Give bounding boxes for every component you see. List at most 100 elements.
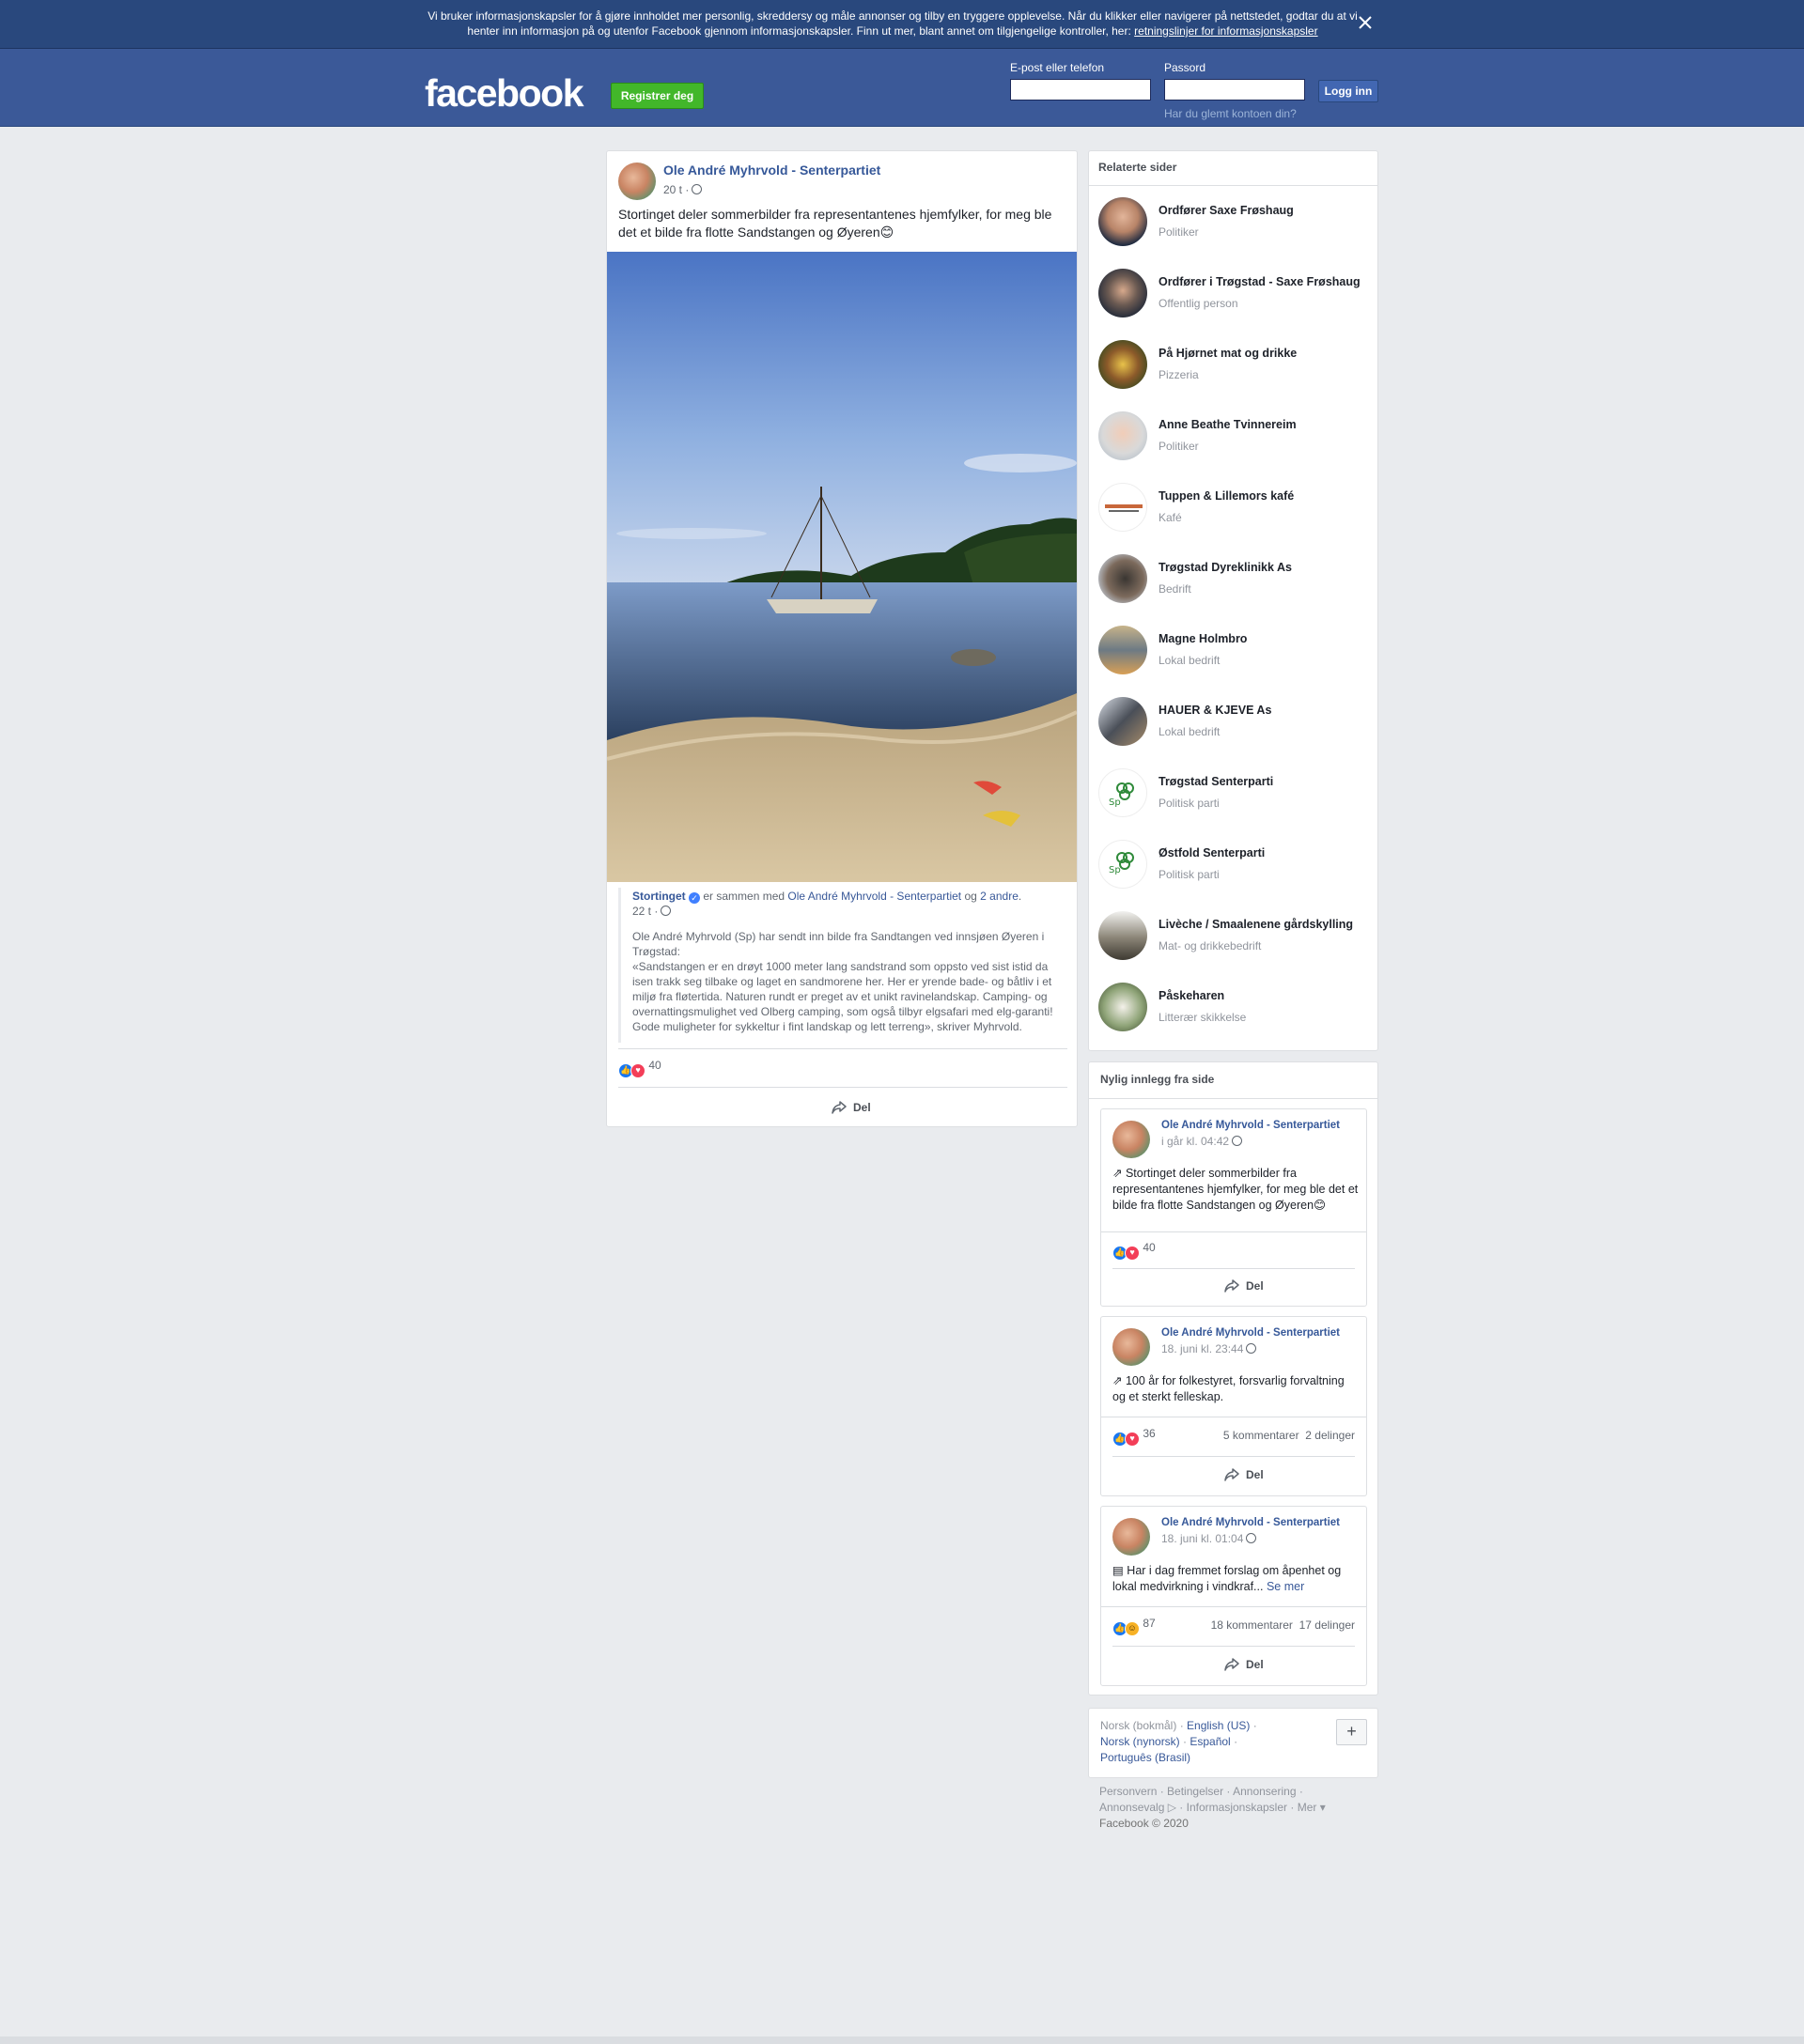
footer-link[interactable]: Betingelser bbox=[1167, 1785, 1223, 1798]
related-page-item[interactable]: På Hjørnet mat og drikke Pizzeria bbox=[1098, 340, 1371, 393]
footer-link[interactable]: Personvern bbox=[1099, 1785, 1157, 1798]
related-page-name[interactable]: Påskeharen bbox=[1159, 989, 1370, 1002]
related-page-item[interactable]: Ordfører i Trøgstad - Saxe Frøshaug Offe… bbox=[1098, 269, 1371, 321]
related-page-category: Politiker bbox=[1159, 440, 1199, 453]
more-languages-button[interactable]: + bbox=[1336, 1719, 1367, 1745]
avatar[interactable] bbox=[1112, 1328, 1150, 1366]
related-page-name[interactable]: Magne Holmbro bbox=[1159, 632, 1370, 645]
related-page-category: Litterær skikkelse bbox=[1159, 1011, 1247, 1024]
password-field[interactable] bbox=[1164, 79, 1305, 101]
share-button[interactable]: Del bbox=[1223, 1278, 1264, 1293]
related-page-name[interactable]: Østfold Senterparti bbox=[1159, 846, 1370, 859]
related-page-item[interactable]: Sp Trøgstad Senterparti Politisk parti bbox=[1098, 768, 1371, 821]
post-photo[interactable] bbox=[607, 252, 1077, 882]
post-timestamp[interactable]: 18. juni kl. 23:44 bbox=[1161, 1342, 1257, 1355]
related-page-item[interactable]: Tuppen & Lillemors kafé Kafé bbox=[1098, 483, 1371, 535]
reaction-summary[interactable]: 👍 ♥ 40 bbox=[1112, 1241, 1156, 1261]
post-timestamp[interactable]: 20 t · bbox=[663, 183, 703, 196]
share-button[interactable]: Del bbox=[1223, 1657, 1264, 1672]
related-page-name[interactable]: Tuppen & Lillemors kafé bbox=[1159, 489, 1370, 503]
shares-count[interactable]: 17 delinger bbox=[1299, 1618, 1355, 1632]
avatar[interactable] bbox=[1098, 483, 1147, 532]
divider bbox=[1101, 1606, 1366, 1607]
post-author-link[interactable]: Ole André Myhrvold - Senterpartiet bbox=[1161, 1327, 1340, 1339]
footer-link[interactable]: Mer bbox=[1298, 1801, 1317, 1814]
comments-count[interactable]: 18 kommentarer bbox=[1211, 1618, 1293, 1632]
footer-link[interactable]: Annonsering bbox=[1233, 1785, 1296, 1798]
post-author-link[interactable]: Ole André Myhrvold - Senterpartiet bbox=[1161, 1120, 1340, 1131]
related-page-name[interactable]: Anne Beathe Tvinnereim bbox=[1159, 418, 1370, 431]
related-page-name[interactable]: Trøgstad Dyreklinikk As bbox=[1159, 561, 1370, 574]
related-page-name[interactable]: HAUER & KJEVE As bbox=[1159, 704, 1370, 717]
avatar[interactable] bbox=[1098, 411, 1147, 460]
avatar[interactable] bbox=[1098, 269, 1147, 317]
footer-link[interactable]: Annonsevalg bbox=[1099, 1801, 1164, 1814]
language-option[interactable]: Português (Brasil) bbox=[1100, 1751, 1190, 1764]
related-page-item[interactable]: HAUER & KJEVE As Lokal bedrift bbox=[1098, 697, 1371, 750]
cookie-policy-link[interactable]: retningslinjer for informasjonskapsler bbox=[1134, 24, 1317, 38]
related-page-name[interactable]: På Hjørnet mat og drikke bbox=[1159, 347, 1370, 360]
related-page-name[interactable]: Ordfører i Trøgstad - Saxe Frøshaug bbox=[1159, 275, 1370, 288]
avatar[interactable] bbox=[618, 163, 656, 200]
footer-link[interactable]: Informasjonskapsler bbox=[1187, 1801, 1287, 1814]
post-time-text: 18. juni kl. 01:04 bbox=[1161, 1532, 1244, 1545]
avatar[interactable] bbox=[1098, 983, 1147, 1031]
related-page-item[interactable]: Sp Østfold Senterparti Politisk parti bbox=[1098, 840, 1371, 892]
login-button[interactable]: Logg inn bbox=[1318, 80, 1378, 102]
related-page-item[interactable]: Påskeharen Litterær skikkelse bbox=[1098, 983, 1371, 1035]
avatar[interactable] bbox=[1098, 340, 1147, 389]
related-page-name[interactable]: Livèche / Smaalenene gårdskylling bbox=[1159, 918, 1370, 931]
related-page-name[interactable]: Trøgstad Senterparti bbox=[1159, 775, 1370, 788]
related-page-item[interactable]: Anne Beathe Tvinnereim Politiker bbox=[1098, 411, 1371, 464]
related-page-item[interactable]: Ordfører Saxe Frøshaug Politiker bbox=[1098, 197, 1371, 250]
see-more-link[interactable]: Se mer bbox=[1267, 1580, 1304, 1593]
shared-page-link[interactable]: Stortinget bbox=[632, 890, 686, 903]
avatar[interactable]: Sp bbox=[1098, 768, 1147, 817]
post-author-link[interactable]: Ole André Myhrvold - Senterpartiet bbox=[1161, 1517, 1340, 1528]
engagement-counts[interactable]: 5 kommentarer 2 delinger bbox=[1223, 1429, 1355, 1442]
love-reaction-icon: ♥ bbox=[630, 1063, 645, 1078]
share-icon bbox=[1224, 1658, 1239, 1671]
avatar[interactable] bbox=[1112, 1518, 1150, 1556]
post-text: ▤ Har i dag fremmet forslag om åpenhet o… bbox=[1112, 1563, 1361, 1595]
globe-icon bbox=[1246, 1343, 1257, 1354]
others-link[interactable]: 2 andre bbox=[980, 890, 1019, 903]
share-button[interactable]: Del bbox=[831, 1100, 871, 1115]
shares-count[interactable]: 2 delinger bbox=[1305, 1429, 1355, 1442]
comments-count[interactable]: 5 kommentarer bbox=[1223, 1429, 1299, 1442]
shared-post-timestamp[interactable]: 22 t · bbox=[632, 905, 672, 918]
email-field[interactable] bbox=[1010, 79, 1151, 101]
avatar[interactable] bbox=[1098, 697, 1147, 746]
related-page-item[interactable]: Trøgstad Dyreklinikk As Bedrift bbox=[1098, 554, 1371, 607]
avatar[interactable] bbox=[1098, 554, 1147, 603]
post-timestamp[interactable]: 18. juni kl. 01:04 bbox=[1161, 1532, 1257, 1545]
engagement-counts[interactable]: 18 kommentarer 17 delinger bbox=[1211, 1618, 1355, 1632]
reaction-summary[interactable]: 👍 ☺ 87 bbox=[1112, 1617, 1156, 1636]
avatar[interactable] bbox=[1098, 197, 1147, 246]
related-page-item[interactable]: Livèche / Smaalenene gårdskylling Mat- o… bbox=[1098, 911, 1371, 964]
related-page-name[interactable]: Ordfører Saxe Frøshaug bbox=[1159, 204, 1370, 217]
share-button[interactable]: Del bbox=[1223, 1467, 1264, 1482]
avatar[interactable] bbox=[1098, 626, 1147, 674]
share-icon bbox=[832, 1101, 847, 1114]
post-timestamp[interactable]: i går kl. 04:42 bbox=[1161, 1135, 1243, 1148]
language-option[interactable]: Norsk (nynorsk) bbox=[1100, 1735, 1180, 1748]
post-author-link[interactable]: Ole André Myhrvold - Senterpartiet bbox=[663, 163, 880, 178]
forgot-account-link[interactable]: Har du glemt kontoen din? bbox=[1164, 107, 1297, 120]
register-button[interactable]: Registrer deg bbox=[611, 83, 704, 109]
divider bbox=[1089, 1098, 1377, 1099]
avatar[interactable] bbox=[1112, 1121, 1150, 1158]
tagged-person-link[interactable]: Ole André Myhrvold - Senterpartiet bbox=[787, 890, 961, 903]
facebook-logo[interactable]: facebook bbox=[425, 71, 584, 116]
language-option[interactable]: Español bbox=[1190, 1735, 1230, 1748]
shared-post: Stortinget ✓ er sammen med Ole André Myh… bbox=[618, 888, 1067, 1043]
related-page-item[interactable]: Magne Holmbro Lokal bedrift bbox=[1098, 626, 1371, 678]
avatar[interactable]: Sp bbox=[1098, 840, 1147, 889]
share-icon bbox=[1224, 1279, 1239, 1293]
globe-icon bbox=[1246, 1533, 1257, 1543]
language-option[interactable]: English (US) bbox=[1187, 1719, 1250, 1732]
close-icon[interactable] bbox=[1356, 13, 1375, 32]
reaction-summary[interactable]: 👍 ♥ 40 bbox=[618, 1059, 661, 1078]
reaction-summary[interactable]: 👍 ♥ 36 bbox=[1112, 1427, 1156, 1447]
avatar[interactable] bbox=[1098, 911, 1147, 960]
